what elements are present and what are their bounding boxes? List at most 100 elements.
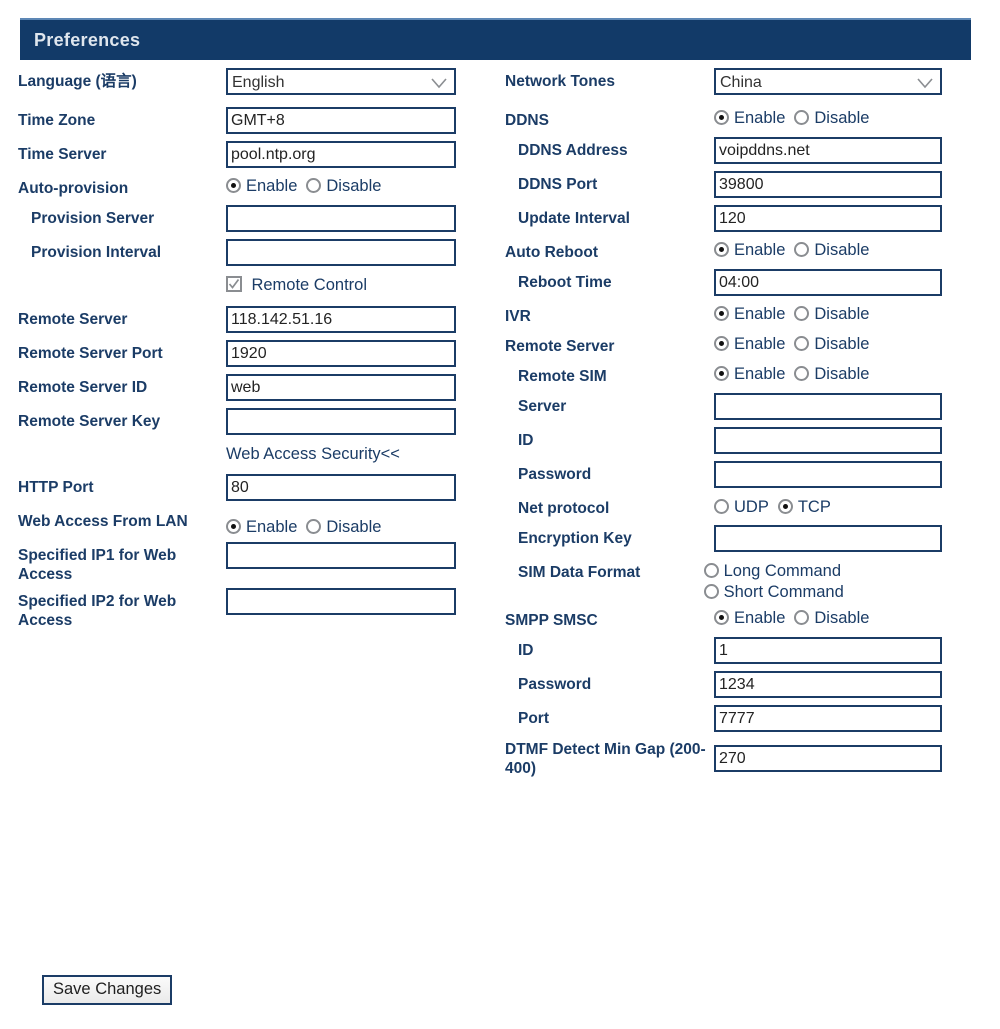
ivr-enable-option[interactable]: Enable: [714, 304, 785, 325]
row-update-interval: Update Interval: [505, 205, 975, 232]
row-encryption-key: Encryption Key: [505, 525, 975, 552]
auto-provision-enable-option[interactable]: Enable: [226, 176, 297, 197]
sim-data-format-short-label: Short Command: [723, 583, 844, 601]
check-icon: [226, 276, 242, 292]
remote-control-checkbox-row[interactable]: Remote Control: [226, 273, 488, 296]
id-input[interactable]: [714, 427, 942, 454]
auto-reboot-enable-label: Enable: [734, 241, 786, 259]
radio-off-icon: [714, 499, 729, 514]
time-zone-input[interactable]: [226, 107, 456, 134]
row-smpp-password: Password: [505, 671, 975, 698]
reboot-time-input[interactable]: [714, 269, 942, 296]
row-provision-interval: Provision Interval: [18, 239, 488, 266]
remote-server-disable-option[interactable]: Disable: [794, 334, 869, 355]
web-access-lan-disable-option[interactable]: Disable: [306, 517, 381, 538]
smpp-smsc-enable-label: Enable: [734, 609, 786, 627]
auto-reboot-enable-option[interactable]: Enable: [714, 240, 785, 261]
web-access-lan-disable-label: Disable: [326, 518, 382, 536]
web-access-from-lan-radio-group: Enable Disable: [226, 508, 488, 538]
label-provision-interval: Provision Interval: [31, 244, 162, 261]
ddns-port-input[interactable]: [714, 171, 942, 198]
specified-ip2-input[interactable]: [226, 588, 456, 615]
label-smpp-password: Password: [518, 676, 592, 693]
ivr-enable-label: Enable: [734, 305, 786, 323]
remote-server-enable-option[interactable]: Enable: [714, 334, 785, 355]
radio-on-icon: [777, 499, 793, 514]
label-ddns-address: DDNS Address: [518, 142, 628, 159]
radio-off-icon: [703, 563, 719, 578]
row-smpp-port: Port: [505, 705, 975, 732]
net-protocol-tcp-option[interactable]: TCP: [777, 497, 831, 518]
page-header-bar: Preferences: [20, 18, 971, 60]
radio-off-icon: [703, 584, 719, 599]
network-tones-select[interactable]: China: [714, 68, 942, 95]
row-web-access-from-lan: Web Access From LAN Enable Disable: [18, 508, 488, 538]
encryption-key-input[interactable]: [714, 525, 942, 552]
label-password: Password: [518, 466, 592, 483]
auto-provision-disable-option[interactable]: Disable: [306, 176, 381, 197]
time-server-input[interactable]: [226, 141, 456, 168]
ddns-disable-option[interactable]: Disable: [794, 108, 869, 129]
smpp-smsc-enable-option[interactable]: Enable: [714, 608, 785, 629]
row-net-protocol: Net protocol UDP TCP: [505, 495, 975, 518]
remote-server-radio-group: Enable Disable: [714, 333, 975, 355]
smpp-smsc-disable-option[interactable]: Disable: [794, 608, 869, 629]
radio-on-icon: [714, 366, 729, 381]
remote-server-id-input[interactable]: [226, 374, 456, 401]
remote-sim-enable-option[interactable]: Enable: [714, 364, 785, 385]
smpp-smsc-radio-group: Enable Disable: [714, 607, 975, 629]
remote-sim-disable-option[interactable]: Disable: [794, 364, 869, 385]
row-remote-server-port: Remote Server Port: [18, 340, 488, 367]
sim-data-format-short-option[interactable]: Short Command: [703, 582, 844, 603]
row-remote-server: Remote Server: [18, 306, 488, 333]
net-protocol-tcp-label: TCP: [797, 498, 831, 516]
auto-provision-enable-label: Enable: [246, 177, 298, 195]
ddns-enable-option[interactable]: Enable: [714, 108, 785, 129]
remote-server-input[interactable]: [226, 306, 456, 333]
right-settings-column: Network Tones China DDNS Enable Disable …: [505, 68, 975, 782]
smpp-port-input[interactable]: [714, 705, 942, 732]
sim-data-format-long-option[interactable]: Long Command: [703, 561, 841, 582]
label-update-interval: Update Interval: [518, 210, 630, 227]
radio-on-icon: [714, 336, 729, 351]
save-changes-button[interactable]: Save Changes: [42, 975, 173, 1005]
radio-off-icon: [306, 519, 322, 534]
smpp-password-input[interactable]: [714, 671, 942, 698]
net-protocol-udp-option[interactable]: UDP: [714, 497, 769, 518]
provision-server-input[interactable]: [226, 205, 456, 232]
password-input[interactable]: [714, 461, 942, 488]
row-ddns-address: DDNS Address: [505, 137, 975, 164]
http-port-input[interactable]: [226, 474, 456, 501]
web-access-lan-enable-option[interactable]: Enable: [226, 517, 297, 538]
dtmf-min-gap-input[interactable]: [714, 745, 942, 772]
radio-on-icon: [226, 519, 241, 534]
language-select[interactable]: English: [226, 68, 456, 95]
row-id: ID: [505, 427, 975, 454]
row-password: Password: [505, 461, 975, 488]
label-language: Language (语言): [18, 73, 137, 90]
label-remote-server-toggle: Remote Server: [505, 338, 615, 355]
radio-off-icon: [794, 336, 810, 351]
specified-ip1-input[interactable]: [226, 542, 456, 569]
label-dtmf-min-gap: DTMF Detect Min Gap (200-400): [505, 741, 706, 777]
auto-reboot-disable-option[interactable]: Disable: [794, 240, 869, 261]
server-input[interactable]: [714, 393, 942, 420]
remote-control-label: Remote Control: [251, 276, 368, 294]
remote-sim-enable-label: Enable: [734, 365, 786, 383]
label-remote-sim: Remote SIM: [518, 368, 607, 385]
ddns-address-input[interactable]: [714, 137, 942, 164]
ivr-disable-option[interactable]: Disable: [794, 304, 869, 325]
smpp-id-input[interactable]: [714, 637, 942, 664]
remote-server-key-input[interactable]: [226, 408, 456, 435]
row-smpp-id: ID: [505, 637, 975, 664]
label-smpp-port: Port: [518, 710, 549, 727]
update-interval-input[interactable]: [714, 205, 942, 232]
label-web-access-from-lan: Web Access From LAN: [18, 513, 188, 530]
language-select-value: English: [232, 74, 285, 91]
row-remote-server-key: Remote Server Key: [18, 408, 488, 435]
label-http-port: HTTP Port: [18, 479, 94, 496]
web-access-security-toggle-link[interactable]: Web Access Security<<: [226, 442, 488, 465]
row-auto-reboot: Auto Reboot Enable Disable: [505, 239, 975, 262]
provision-interval-input[interactable]: [226, 239, 456, 266]
remote-server-port-input[interactable]: [226, 340, 456, 367]
